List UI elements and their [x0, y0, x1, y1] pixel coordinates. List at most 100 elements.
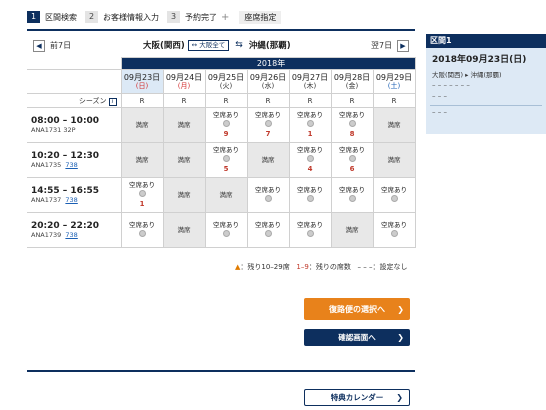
radio-button[interactable]: [290, 155, 331, 165]
seat-available-cell[interactable]: 空席あり 9: [204, 107, 248, 143]
radio-button[interactable]: [206, 120, 247, 130]
seat-available-cell[interactable]: 空席あり: [246, 177, 290, 213]
confirm-button[interactable]: 確認画面へ ❯: [304, 329, 410, 346]
year-row: 2018年: [27, 57, 416, 70]
seat-available-cell[interactable]: 空席あり: [120, 212, 164, 248]
date-header[interactable]: 09月24日 (月): [162, 69, 206, 94]
seat-status: 空席あり: [213, 111, 239, 119]
seat-full-cell: 満席: [246, 142, 290, 178]
radio-button[interactable]: [332, 194, 373, 205]
seat-available-cell[interactable]: 空席あり: [204, 212, 248, 248]
seat-available-cell[interactable]: 空席あり: [288, 177, 332, 213]
seat-status: 満席: [219, 190, 233, 199]
blank-cell: [27, 69, 122, 94]
radio-button[interactable]: [248, 229, 289, 240]
radio-circle-icon: [390, 194, 398, 202]
blank-cell: [27, 57, 121, 70]
divider: [27, 370, 415, 372]
aircraft-type[interactable]: 738: [65, 196, 77, 204]
radio-button[interactable]: [332, 155, 373, 165]
radio-button[interactable]: [290, 194, 331, 205]
seat-status: 満席: [177, 225, 191, 234]
return-flight-button[interactable]: 復路便の選択へ ❯: [304, 298, 410, 320]
step-number: 3: [167, 11, 180, 23]
seat-available-cell[interactable]: 空席あり 1: [120, 177, 164, 213]
radio-button[interactable]: [374, 194, 415, 205]
season-label: シーズン: [78, 96, 107, 105]
seat-available-cell[interactable]: 空席あり 8: [330, 107, 374, 143]
legend-range-text: ：残りの席数: [308, 263, 351, 271]
radio-circle-icon: [264, 194, 272, 202]
radio-button[interactable]: [248, 194, 289, 205]
date-header[interactable]: 09月28日 (金): [330, 69, 374, 94]
radio-button[interactable]: [248, 120, 289, 130]
seat-available-cell[interactable]: 空席あり 4: [288, 142, 332, 178]
seat-full-cell: 満席: [162, 177, 206, 213]
seat-available-cell[interactable]: 空席あり: [372, 212, 416, 248]
flight-info-cell: 14:55 – 16:55 ANA1737 738: [27, 177, 122, 213]
seat-available-cell[interactable]: 空席あり: [288, 212, 332, 248]
seat-available-cell[interactable]: 空席あり: [330, 177, 374, 213]
radio-circle-icon: [138, 229, 146, 237]
radio-button[interactable]: [290, 229, 331, 240]
flight-row: 10:20 – 12:30 ANA1735 738 満席 満席 空席あり 5 満席 空席あり 4…: [27, 142, 416, 178]
date-header[interactable]: 09月27日 (木): [288, 69, 332, 94]
seat-available-cell[interactable]: 空席あり: [246, 212, 290, 248]
day-of-week: (月): [177, 81, 191, 90]
seat-status: 満席: [135, 120, 149, 129]
flight-number-line: ANA1731 32P: [31, 126, 121, 134]
seat-available-cell[interactable]: 空席あり 6: [330, 142, 374, 178]
date-label: 09月27日: [291, 72, 329, 82]
next-week-label[interactable]: 翌7日: [371, 40, 392, 51]
segment-detail: – – –: [432, 108, 447, 116]
radio-button[interactable]: [290, 120, 331, 130]
prev-week-label[interactable]: 前7日: [50, 40, 71, 51]
radio-circle-icon: [306, 120, 314, 127]
seat-status: 空席あり: [129, 220, 155, 229]
seat-status: 空席あり: [297, 185, 323, 194]
date-label: 09月24日: [165, 72, 203, 82]
seat-status: 空席あり: [255, 220, 281, 229]
seat-status: 空席あり: [213, 146, 239, 154]
aircraft-type[interactable]: 738: [65, 161, 77, 169]
step-label: 区間検索: [45, 12, 77, 22]
flight-info-cell: 10:20 – 12:30 ANA1735 738: [27, 142, 122, 178]
date-label: 09月25日: [207, 72, 245, 82]
seat-available-cell[interactable]: 空席あり 7: [246, 107, 290, 143]
award-calendar-button[interactable]: 特典カレンダー ❯: [304, 389, 410, 406]
divider: [27, 29, 415, 31]
flight-time: 14:55 – 16:55: [31, 186, 100, 196]
radio-button[interactable]: [206, 229, 247, 240]
legend: ▲：残り10–29席 1–9：残りの席数 – – –：設定なし: [235, 262, 407, 272]
radio-button[interactable]: [122, 190, 163, 200]
radio-circle-icon: [306, 155, 314, 162]
radio-button[interactable]: [206, 155, 247, 165]
date-header[interactable]: 09月25日 (火): [204, 69, 248, 94]
award-calendar-label: 特典カレンダー: [330, 393, 384, 402]
seat-status: 空席あり: [339, 146, 365, 154]
next-week-button[interactable]: ▶: [397, 40, 409, 52]
aircraft-type[interactable]: 738: [65, 231, 77, 239]
date-header[interactable]: 09月26日 (水): [246, 69, 290, 94]
radio-button[interactable]: [122, 229, 163, 240]
seat-available-cell[interactable]: 空席あり 1: [288, 107, 332, 143]
step-seat-selection: 座席指定: [239, 10, 282, 24]
radio-button[interactable]: [374, 229, 415, 240]
seat-available-cell[interactable]: 空席あり 5: [204, 142, 248, 178]
flight-number: ANA1737: [31, 196, 62, 204]
flight-number-line: ANA1739 738: [31, 231, 121, 239]
season-cell: R: [162, 93, 206, 108]
osaka-all-button[interactable]: ↔ 大阪全て: [187, 39, 230, 51]
seat-available-cell[interactable]: 空席あり: [372, 177, 416, 213]
date-header[interactable]: 09月29日 (土): [372, 69, 416, 94]
radio-circle-icon: [306, 229, 314, 237]
seat-status: 空席あり: [339, 185, 365, 194]
legend-triangle-text: ：残り10–29席: [240, 263, 290, 271]
season-cell: R: [372, 93, 416, 108]
exchange-icon[interactable]: ⇆: [235, 40, 243, 50]
date-header[interactable]: 09月23日 (日): [120, 69, 164, 94]
prev-week-button[interactable]: ◀: [33, 40, 45, 52]
route-header: 大阪(関西) ↔ 大阪全て ⇆ 沖縄(那覇): [143, 39, 291, 51]
radio-button[interactable]: [332, 120, 373, 130]
info-icon[interactable]: i: [108, 97, 117, 106]
